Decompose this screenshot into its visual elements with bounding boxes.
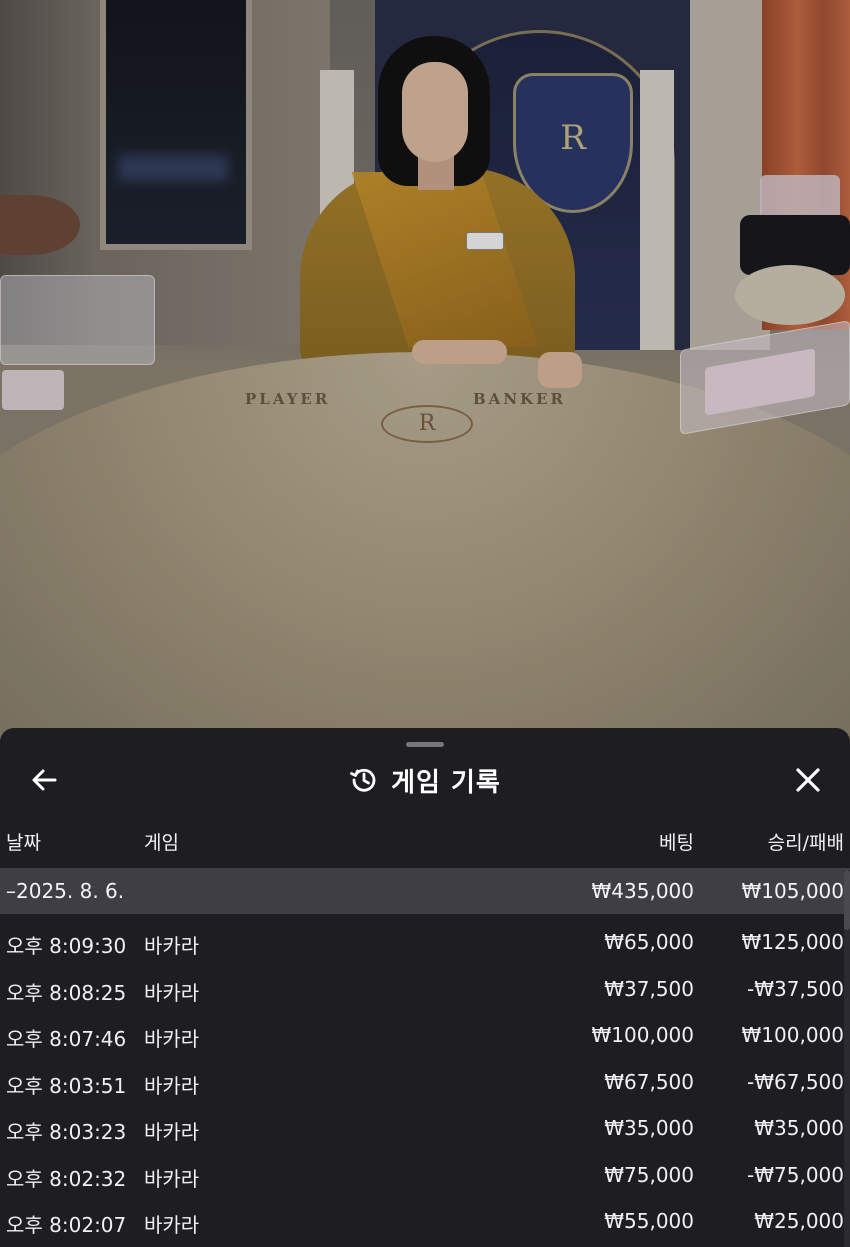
- drag-handle[interactable]: [406, 742, 444, 747]
- row-time: 오후 8:09:30: [6, 934, 127, 958]
- row-game: 바카라: [144, 1073, 200, 1098]
- row-win-loss: ₩125,000: [741, 930, 844, 954]
- row-bet: ₩67,500: [604, 1069, 694, 1094]
- row-time: 오후 8:03:23: [6, 1120, 127, 1144]
- column-header-bet[interactable]: 베팅: [659, 828, 694, 855]
- column-header-date[interactable]: 날짜: [6, 828, 41, 855]
- row-win-loss: -₩37,500: [747, 976, 844, 1001]
- live-dealer-video: R PLAYER BANKER R: [0, 0, 850, 740]
- table-header: 날짜 게임 베팅 승리/패배: [0, 828, 850, 864]
- history-row[interactable]: 오후 8:09:30 바카라 ₩65,000 ₩125,000: [0, 920, 850, 967]
- sheet-title-group: 게임 기록: [0, 760, 850, 800]
- history-row[interactable]: 오후 8:03:23 바카라 ₩35,000 ₩35,000: [0, 1106, 850, 1153]
- row-time: 오후 8:08:25: [6, 980, 127, 1005]
- history-row[interactable]: 오후 8:08:25 바카라 ₩37,500 -₩37,500: [0, 967, 850, 1014]
- row-time: 오후 8:02:07: [6, 1213, 127, 1237]
- row-win-loss: -₩67,500: [747, 1069, 844, 1094]
- row-game: 바카라: [144, 934, 200, 958]
- history-icon: [350, 768, 376, 792]
- history-row[interactable]: 오후 8:02:07 바카라 ₩55,000 ₩25,000: [0, 1199, 850, 1246]
- row-win-loss: ₩100,000: [741, 1023, 844, 1047]
- page-title: 게임 기록: [391, 767, 501, 798]
- row-bet: ₩100,000: [591, 1023, 694, 1047]
- row-win-loss: ₩25,000: [754, 1209, 844, 1233]
- group-date: –2025. 8. 6.: [6, 879, 125, 903]
- history-row[interactable]: 오후 8:07:46 바카라 ₩100,000 ₩100,000: [0, 1013, 850, 1060]
- scrollbar-thumb[interactable]: [844, 870, 850, 930]
- row-win-loss: ₩35,000: [754, 1116, 844, 1140]
- row-bet: ₩65,000: [604, 930, 694, 954]
- group-bet-total: ₩435,000: [591, 879, 694, 903]
- date-group-row[interactable]: –2025. 8. 6. ₩435,000 ₩105,000: [0, 868, 850, 914]
- row-game: 바카라: [144, 1120, 200, 1144]
- group-win-loss-total: ₩105,000: [741, 879, 844, 903]
- history-row[interactable]: 오후 8:02:32 바카라 ₩75,000 -₩75,000: [0, 1153, 850, 1200]
- game-history-sheet: 게임 기록 날짜 게임 베팅 승리/패배 –2025. 8. 6. ₩435,0…: [0, 728, 850, 1247]
- column-header-game[interactable]: 게임: [144, 828, 179, 855]
- sheet-header: 게임 기록: [0, 750, 850, 810]
- row-game: 바카라: [144, 1213, 200, 1237]
- row-bet: ₩75,000: [604, 1162, 694, 1187]
- row-time: 오후 8:03:51: [6, 1073, 127, 1098]
- close-button[interactable]: [788, 760, 828, 800]
- history-row[interactable]: 오후 8:03:51 바카라 ₩67,500 -₩67,500: [0, 1060, 850, 1107]
- row-win-loss: -₩75,000: [747, 1162, 844, 1187]
- row-time: 오후 8:02:32: [6, 1166, 127, 1191]
- row-game: 바카라: [144, 980, 200, 1005]
- row-game: 바카라: [144, 1027, 200, 1051]
- row-bet: ₩55,000: [604, 1209, 694, 1233]
- row-bet: ₩37,500: [604, 976, 694, 1001]
- close-icon: [796, 768, 820, 792]
- column-header-win-loss[interactable]: 승리/패배: [768, 828, 844, 855]
- row-time: 오후 8:07:46: [6, 1027, 127, 1051]
- row-bet: ₩35,000: [604, 1116, 694, 1140]
- row-game: 바카라: [144, 1166, 200, 1191]
- history-list: 오후 8:09:30 바카라 ₩65,000 ₩125,000 오후 8:08:…: [0, 920, 850, 1246]
